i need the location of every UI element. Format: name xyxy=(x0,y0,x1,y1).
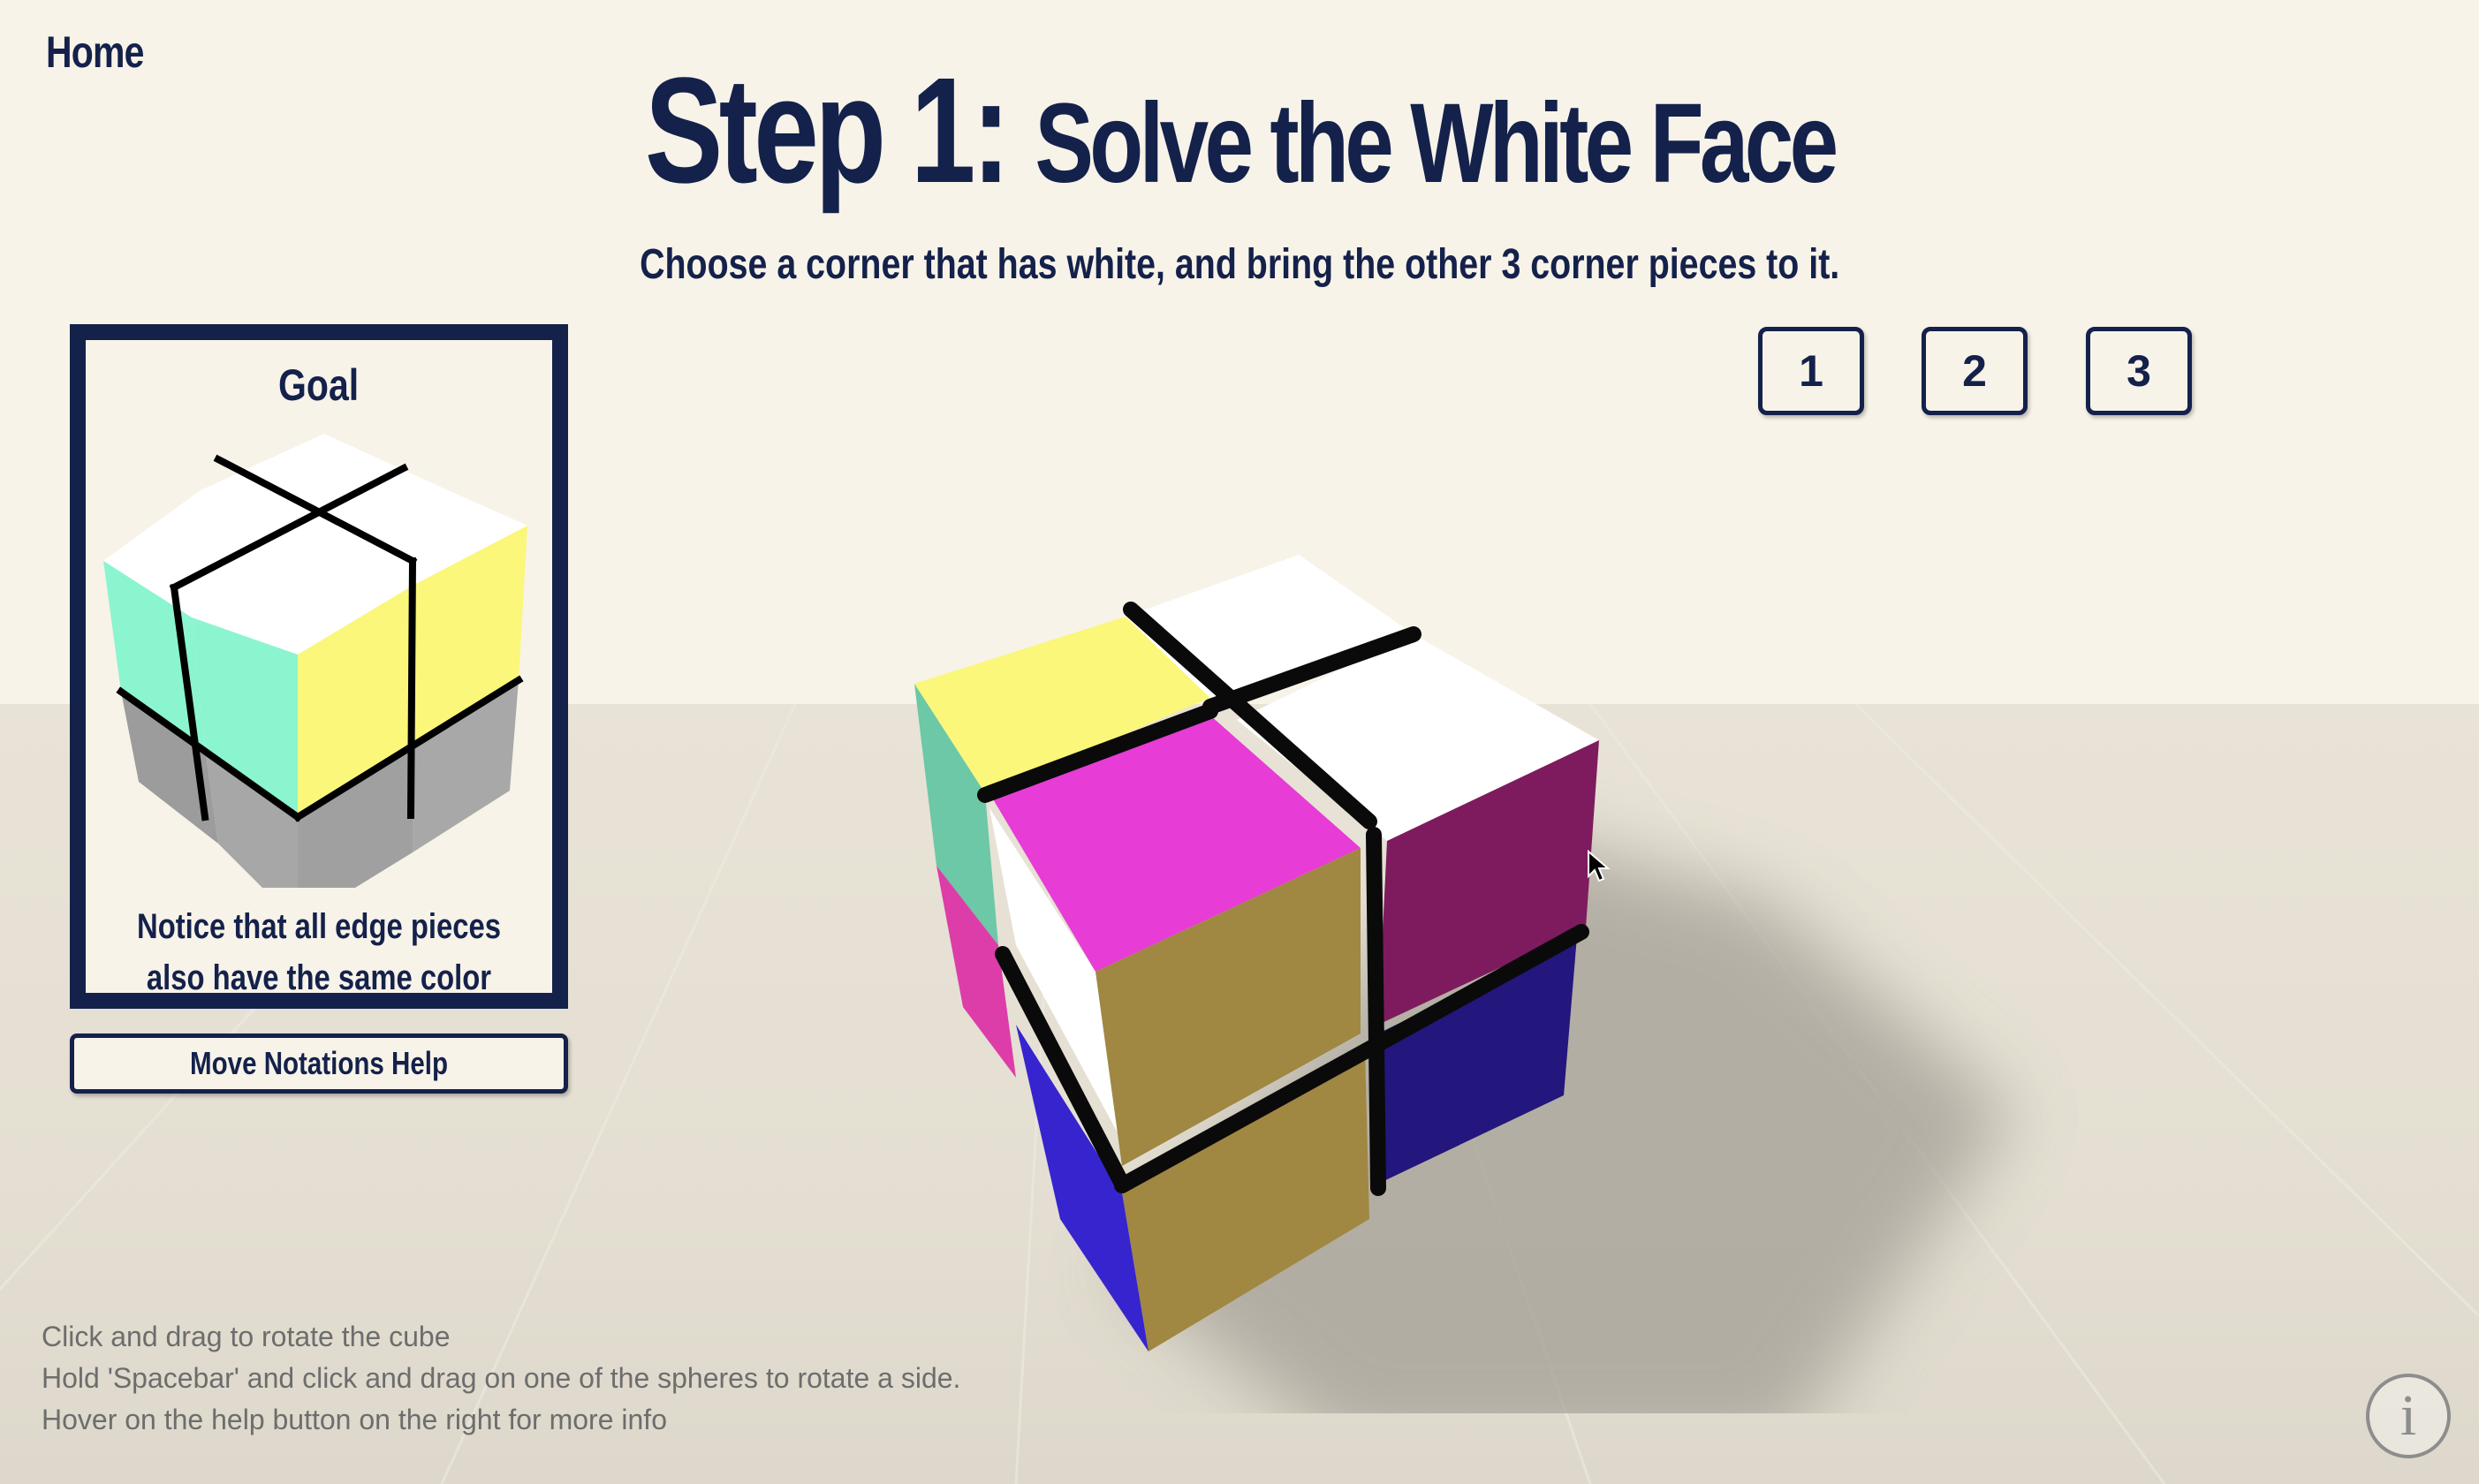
instruction-line: Hover on the help button on the right fo… xyxy=(42,1404,667,1435)
step-instruction: Choose a corner that has white, and brin… xyxy=(0,240,2479,289)
title-step-name: Solve the White Face xyxy=(1035,80,1838,207)
instruction-line: Hold 'Spacebar' and click and drag on on… xyxy=(42,1362,961,1394)
move-notations-help-label: Move Notations Help xyxy=(190,1045,448,1081)
substep-button-3[interactable]: 3 xyxy=(2086,327,2192,415)
mouse-cursor-icon xyxy=(1588,850,1611,882)
goal-note-text: Notice that all edge pieces also have th… xyxy=(137,907,501,993)
info-icon[interactable]: i xyxy=(2366,1374,2451,1458)
substep-button-2[interactable]: 2 xyxy=(1922,327,2028,415)
instructions-block: Click and drag to rotate the cube Hold '… xyxy=(42,1316,960,1441)
move-notations-help-button[interactable]: Move Notations Help xyxy=(70,1034,568,1094)
goal-panel-inner: Goal Notice that all edge pieces also ha… xyxy=(86,340,552,993)
step-instruction-text: Choose a corner that has white, and brin… xyxy=(639,241,1840,288)
instruction-line: Click and drag to rotate the cube xyxy=(42,1321,451,1352)
goal-note: Notice that all edge pieces also have th… xyxy=(95,901,543,993)
page-title: Step 1: Solve the White Face xyxy=(0,42,2479,232)
substep-button-1[interactable]: 1 xyxy=(1758,327,1864,415)
goal-panel: Goal Notice that all edge pieces also ha… xyxy=(70,324,568,1009)
goal-cube-illustration xyxy=(103,434,527,888)
interactive-cube-canvas[interactable] xyxy=(848,530,2085,1413)
title-step-prefix: Step 1: xyxy=(644,47,1011,215)
